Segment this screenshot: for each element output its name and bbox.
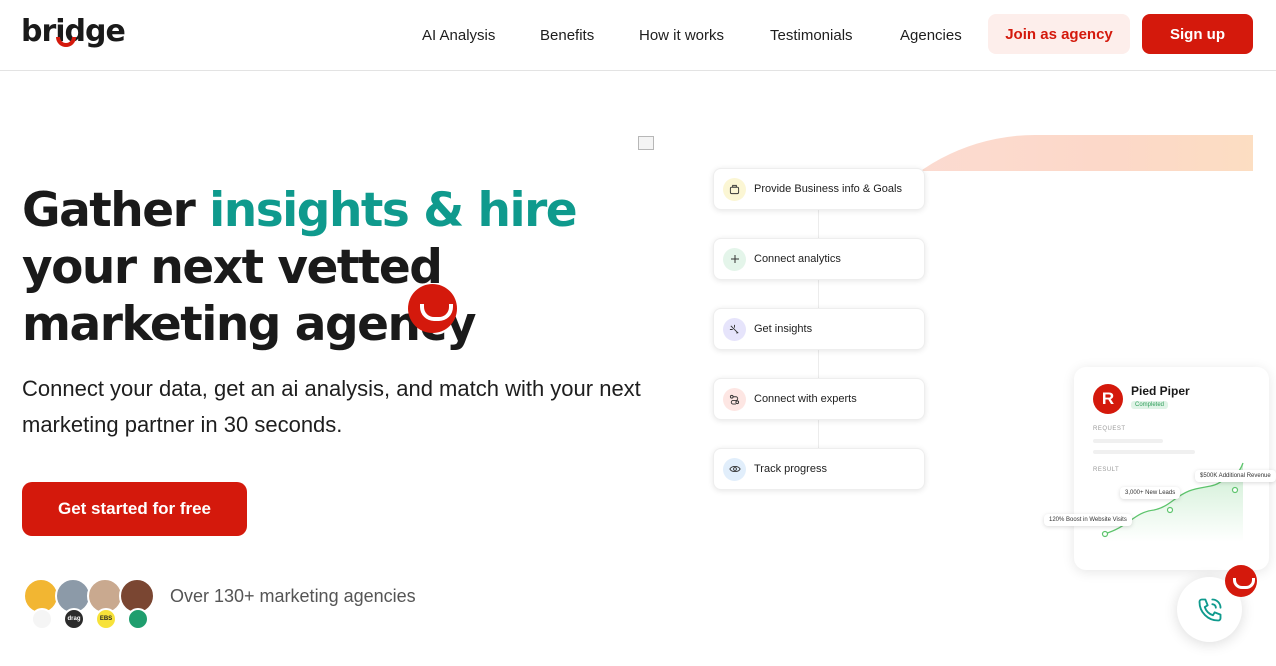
chart-annotation: 120% Boost in Website Visits bbox=[1044, 514, 1132, 526]
hero-title-line3: marketing agency bbox=[22, 297, 476, 352]
get-started-button[interactable]: Get started for free bbox=[22, 482, 247, 536]
plus-icon bbox=[723, 247, 746, 271]
phone-icon bbox=[1198, 598, 1221, 621]
step-connect-analytics: Connect analytics bbox=[713, 238, 925, 280]
agency-logo-icon: EBS bbox=[95, 608, 117, 630]
hero-subtitle: Connect your data, get an ai analysis, a… bbox=[22, 376, 641, 437]
smile-icon bbox=[408, 284, 457, 333]
agency-logo-icon bbox=[127, 608, 149, 630]
step-label: Connect with experts bbox=[754, 393, 857, 405]
nav-links: AI Analysis Benefits How it works Testim… bbox=[422, 0, 970, 70]
step-label: Connect analytics bbox=[754, 253, 841, 265]
nav-link-testimonials[interactable]: Testimonials bbox=[770, 27, 900, 44]
nav-link-how-it-works[interactable]: How it works bbox=[639, 27, 770, 44]
eye-icon bbox=[723, 457, 746, 481]
agency-count-text: Over 130+ marketing agencies bbox=[170, 586, 416, 606]
sparkle-icon bbox=[723, 317, 746, 341]
route-icon bbox=[723, 387, 746, 411]
result-card: R Pied Piper Completed REQUEST RESULT 12… bbox=[1044, 367, 1276, 570]
top-navbar: bridge AI Analysis Benefits How it works… bbox=[0, 0, 1276, 71]
agency-avatars: drag EBS bbox=[23, 578, 163, 630]
step-get-insights: Get insights bbox=[713, 308, 925, 350]
nav-link-agencies[interactable]: Agencies bbox=[900, 27, 970, 44]
chart-annotation: $500K Additional Revenue bbox=[1195, 470, 1276, 482]
hero-title-line2: your next vetted bbox=[22, 240, 443, 295]
nav-link-ai-analysis[interactable]: AI Analysis bbox=[422, 27, 540, 44]
step-connect-with-experts: Connect with experts bbox=[713, 378, 925, 420]
nav-link-benefits[interactable]: Benefits bbox=[540, 27, 639, 44]
broken-image-icon bbox=[638, 136, 654, 150]
step-label: Provide Business info & Goals bbox=[754, 183, 902, 195]
hero-title: Gather insights & hire your next vetted … bbox=[22, 182, 578, 353]
step-label: Get insights bbox=[754, 323, 813, 335]
step-label: Track progress bbox=[754, 463, 827, 475]
agency-logo-icon bbox=[31, 608, 53, 630]
step-provide-business-info: Provide Business info & Goals bbox=[713, 168, 925, 210]
hero-title-accent: insights & hire bbox=[209, 183, 578, 238]
join-as-agency-button[interactable]: Join as agency bbox=[988, 14, 1130, 54]
smile-icon bbox=[1225, 565, 1257, 597]
step-track-progress: Track progress bbox=[713, 448, 925, 490]
growth-chart bbox=[1101, 462, 1244, 542]
agency-logo-icon: drag bbox=[63, 608, 85, 630]
hero-title-part1: Gather bbox=[22, 183, 210, 238]
decorative-arc bbox=[835, 135, 1253, 171]
chart-annotation: 3,000+ New Leads bbox=[1120, 487, 1181, 499]
sign-up-button[interactable]: Sign up bbox=[1142, 14, 1253, 54]
briefcase-icon bbox=[723, 177, 746, 201]
